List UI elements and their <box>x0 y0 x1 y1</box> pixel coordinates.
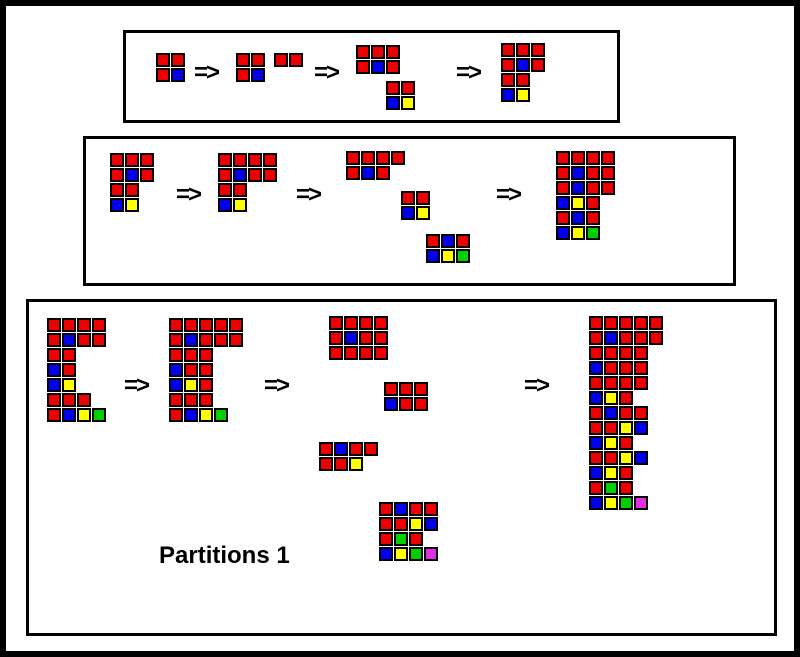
p1-stage1 <box>156 53 185 83</box>
p1-stage4 <box>501 43 545 103</box>
p1-stage2b <box>274 53 303 68</box>
arrow: => <box>496 181 520 209</box>
p3-s4 <box>589 316 663 511</box>
arrow: => <box>176 181 200 209</box>
p2-s4 <box>556 151 615 241</box>
arrow: => <box>456 59 480 87</box>
arrow: => <box>124 372 148 400</box>
arrow: => <box>296 181 320 209</box>
panel-2: => => => <box>83 136 736 286</box>
p2-s1 <box>110 153 154 213</box>
panel-1: => => => <box>123 30 620 123</box>
p3-s3b <box>384 382 428 412</box>
arrow: => <box>524 372 548 400</box>
arrow: => <box>194 59 218 87</box>
p3-s3d <box>379 502 438 562</box>
p3-s1 <box>47 318 106 423</box>
p2-s3a <box>346 151 405 181</box>
p2-s3c <box>426 234 470 264</box>
diagram-frame: => => => <box>0 0 800 657</box>
p3-s3a <box>329 316 388 361</box>
caption: Partitions 1 <box>159 542 290 570</box>
p1-stage3a <box>356 45 400 75</box>
p1-stage2 <box>236 53 265 83</box>
arrow: => <box>314 59 338 87</box>
p3-s2 <box>169 318 243 423</box>
p3-s3c <box>319 442 378 472</box>
p2-s3b <box>401 191 430 221</box>
p1-stage3b <box>386 81 415 111</box>
panel-3: => => <box>26 299 777 636</box>
arrow: => <box>264 372 288 400</box>
p2-s2 <box>218 153 277 213</box>
